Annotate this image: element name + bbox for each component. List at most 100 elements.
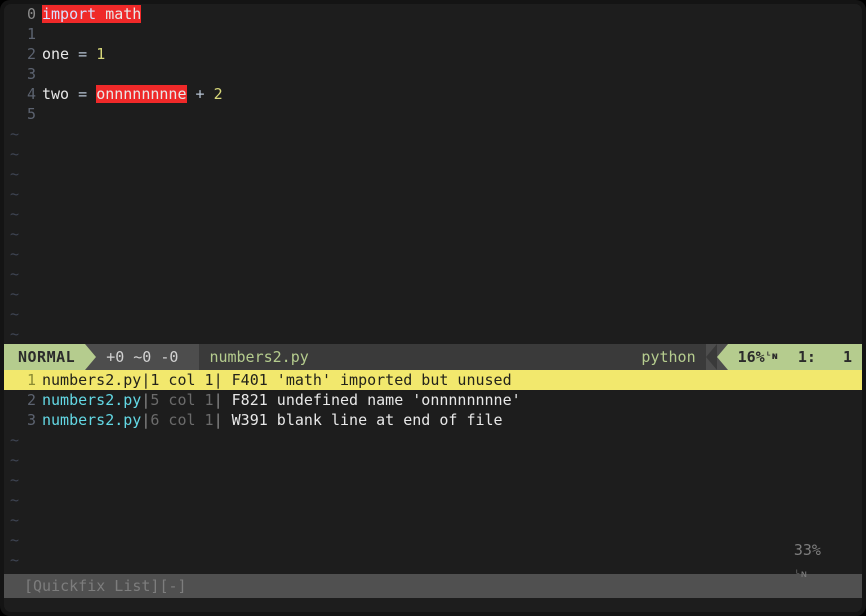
quickfix-entry-index: 3 [26, 411, 36, 429]
tilde-icon: ~ [10, 125, 20, 143]
tilde-icon: ~ [10, 225, 20, 243]
quickfix-entry-file: numbers2.py [42, 411, 142, 429]
statusline-mode: NORMAL [4, 344, 86, 370]
editor-buffer[interactable]: 0 import math 1 2 one = 1 3 4 two = onnnnnnnne … [4, 4, 862, 344]
git-removed: -0 [160, 348, 179, 366]
quickfix-entry-separator: | [213, 391, 223, 409]
code-token: import [42, 5, 97, 23]
editor-empty-line: ~ [4, 264, 862, 284]
tilde-icon: ~ [10, 551, 20, 569]
statusline-sep-1-icon [85, 344, 97, 370]
quickfix-entry[interactable]: 3 numbers2.py|6 col 1| W391 blank line at… [4, 410, 862, 430]
line-number: 3 [26, 65, 36, 83]
tilde-icon: ~ [10, 531, 20, 549]
statusline-sep-3-icon [705, 344, 717, 370]
editor-empty-line: ~ [4, 324, 862, 344]
code-token: onnnnnnnne [96, 85, 187, 103]
line-number: 1 [26, 25, 36, 43]
statusline-sep-4-icon [716, 344, 728, 370]
line-number-icon: ᴸɴ [765, 351, 778, 362]
quickfix-entry-message: W391 blank line at end of file [222, 411, 503, 429]
tilde-icon: ~ [10, 511, 20, 529]
editor-empty-lines: ~ ~ ~ ~ ~ ~ ~ ~ ~ ~ ~ [4, 124, 862, 344]
code-token: one [42, 45, 70, 63]
statusline-spacer [780, 344, 798, 370]
error-highlight: onnnnnnnne [96, 85, 187, 103]
vim-editor: 0 import math 1 2 one = 1 3 4 two = onnnnnnnne … [4, 4, 862, 612]
line-number: 0 [26, 5, 36, 23]
tilde-icon: ~ [10, 451, 20, 469]
quickfix-entry-separator: | [213, 411, 223, 429]
editor-empty-line: ~ [4, 304, 862, 324]
editor-line[interactable]: 0 import math [4, 4, 862, 24]
editor-empty-line: ~ [4, 124, 862, 144]
code-token: two [42, 85, 70, 103]
statusline-sep-2-icon [188, 344, 200, 370]
editor-line[interactable]: 2 one = 1 [4, 44, 862, 64]
tilde-icon: ~ [10, 471, 20, 489]
tilde-icon: ~ [10, 491, 20, 509]
tilde-icon: ~ [10, 205, 20, 223]
line-number: 5 [26, 105, 36, 123]
quickfix-empty-line: ~ [4, 490, 862, 510]
statusline-percent: 16% [737, 348, 765, 366]
quickfix-entry-file: numbers2.py [42, 391, 142, 409]
git-spacer-1 [124, 344, 133, 370]
statusline-filetype: python [631, 344, 706, 370]
editor-line[interactable]: 5 [4, 104, 862, 124]
quickfix-line-number-icon: ᴸɴ [794, 568, 807, 580]
quickfix-title: [Quickfix List][-] [24, 577, 187, 595]
quickfix-entry[interactable]: 2 numbers2.py|5 col 1| F821 undefined nam… [4, 390, 862, 410]
editor-line[interactable]: 1 [4, 24, 862, 44]
editor-line[interactable]: 3 [4, 64, 862, 84]
git-modified: ~0 [133, 348, 152, 366]
tilde-icon: ~ [10, 185, 20, 203]
tilde-icon: ~ [10, 325, 20, 343]
tilde-icon: ~ [10, 285, 20, 303]
git-spacer-2 [151, 344, 160, 370]
statusline-position: 16% ᴸɴ 1: 1 [727, 344, 862, 370]
quickfix-empty-line: ~ [4, 470, 862, 490]
editor-empty-line: ~ [4, 244, 862, 264]
tilde-icon: ~ [10, 431, 20, 449]
statusline: NORMAL +0 ~0 -0 numbers2.py python 16% ᴸ… [4, 344, 862, 370]
tilde-icon: ~ [10, 145, 20, 163]
code-token: = [78, 45, 88, 63]
editor-empty-line: ~ [4, 224, 862, 244]
quickfix-entry-file: numbers2.py [42, 371, 142, 389]
quickfix-entry-index: 2 [26, 391, 36, 409]
error-highlight: import math [42, 5, 142, 23]
tilde-icon: ~ [10, 245, 20, 263]
tilde-icon: ~ [10, 165, 20, 183]
quickfix-percent: 33% [793, 541, 821, 559]
git-added: +0 [106, 348, 125, 366]
statusline-git: +0 ~0 -0 [96, 344, 189, 370]
editor-empty-line: ~ [4, 184, 862, 204]
terminal-window: 0 import math 1 2 one = 1 3 4 two = onnnnnnnne … [0, 0, 866, 616]
quickfix-entry-message: F401 'math' imported but unused [222, 371, 512, 389]
code-token: math [105, 5, 142, 23]
tilde-icon: ~ [10, 305, 20, 323]
editor-empty-line: ~ [4, 144, 862, 164]
quickfix-entry-position: 6 col 1 [150, 411, 214, 429]
editor-line[interactable]: 4 two = onnnnnnnne + 2 [4, 84, 862, 104]
quickfix-entry[interactable]: 1 numbers2.py|1 col 1| F401 'math' import… [4, 370, 862, 390]
statusline-filler [318, 344, 632, 370]
command-line[interactable]: 'math' imported but unused [4, 598, 862, 612]
editor-empty-line: ~ [4, 164, 862, 184]
editor-empty-line: ~ [4, 284, 862, 304]
line-number: 4 [26, 85, 36, 103]
editor-lines[interactable]: 0 import math 1 2 one = 1 3 4 two = onnnnnnnne … [4, 4, 862, 124]
statusline-cursor-position: 1: 1 [797, 348, 852, 366]
editor-empty-line: ~ [4, 204, 862, 224]
code-token: 1 [96, 45, 106, 63]
code-token: + [195, 85, 205, 103]
quickfix-list[interactable]: 1 numbers2.py|1 col 1| F401 'math' import… [4, 370, 862, 430]
quickfix-empty-line: ~ [4, 430, 862, 450]
